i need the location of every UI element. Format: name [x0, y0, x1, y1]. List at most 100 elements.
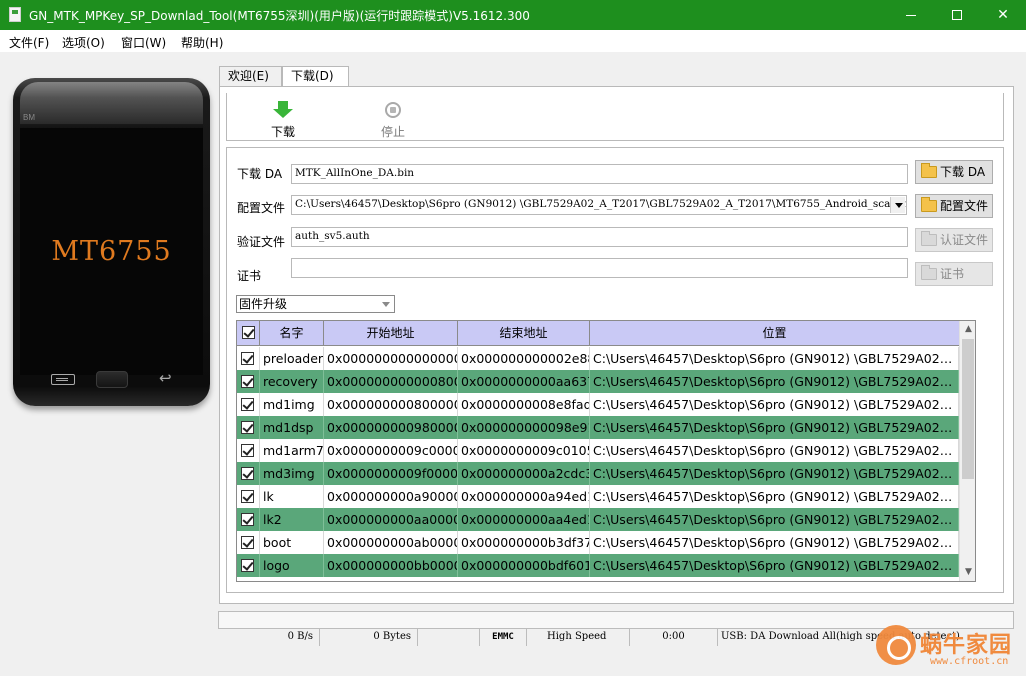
da-file-field[interactable]: MTK_AllInOne_DA.bin	[291, 164, 908, 184]
menu-file[interactable]: 文件(F)	[9, 34, 49, 51]
partition-name: recovery	[260, 370, 324, 393]
table-row[interactable]: boot 0x000000000ab00000 0x000000000b3df37f…	[237, 531, 959, 554]
end-address: 0x0000000008e8fadf	[458, 393, 590, 416]
select-all-checkbox[interactable]	[237, 321, 260, 345]
auth-file-field[interactable]: auth_sv5.auth	[291, 227, 908, 247]
row-checkbox[interactable]	[237, 439, 260, 462]
stop-icon	[383, 101, 403, 121]
table-row[interactable]: logo 0x000000000bb00000 0x000000000bdf601f…	[237, 554, 959, 577]
partition-name: md1arm7	[260, 439, 324, 462]
scatter-file-value: C:\Users\46457\Desktop\S6pro (GN9012) \G…	[295, 198, 907, 210]
auth-label: 验证文件	[237, 235, 286, 249]
menu-options[interactable]: 选项(O)	[62, 34, 105, 51]
row-checkbox[interactable]	[237, 393, 260, 416]
tab-download[interactable]: 下载(D)	[282, 66, 349, 87]
close-icon: ✕	[997, 7, 1009, 23]
end-address: 0x000000000002e883	[458, 347, 590, 370]
start-address: 0x0000000000008000	[324, 370, 458, 393]
file-location: C:\Users\46457\Desktop\S6pro (GN9012) \G…	[590, 393, 959, 416]
menu-help[interactable]: 帮助(H)	[181, 34, 223, 51]
row-checkbox[interactable]	[237, 462, 260, 485]
file-location: C:\Users\46457\Desktop\S6pro (GN9012) \G…	[590, 462, 959, 485]
partition-name: md1dsp	[260, 416, 324, 439]
partition-name: logo	[260, 554, 324, 577]
status-storage-type: EMMC	[480, 629, 527, 646]
chevron-down-icon[interactable]	[890, 197, 905, 213]
auth-browse-button[interactable]: 认证文件	[915, 228, 993, 252]
chevron-down-icon	[378, 296, 393, 312]
status-usb-speed: High Speed	[527, 629, 630, 646]
stop-button[interactable]: 停止	[363, 101, 423, 140]
row-checkbox[interactable]	[237, 347, 260, 370]
scrollbar-thumb[interactable]	[962, 339, 974, 479]
checkbox-checked-icon	[241, 467, 254, 480]
table-row[interactable]: md1img 0x0000000008000000 0x0000000008e8fa…	[237, 393, 959, 416]
table-row[interactable]: md1dsp 0x0000000009800000 0x000000000098e9…	[237, 416, 959, 439]
status-bytes: 0 Bytes	[320, 629, 418, 646]
download-mode-select[interactable]: 固件升级	[236, 295, 395, 313]
download-arrow-icon	[273, 101, 293, 121]
window-title: GN_MTK_MPKey_SP_Downlad_Tool(MT6755深圳)(用…	[29, 9, 530, 23]
end-address: 0x000000000b3df37f	[458, 531, 590, 554]
file-location: C:\Users\46457\Desktop\S6pro (GN9012) \G…	[590, 416, 959, 439]
cert-browse-label: 证书	[940, 267, 965, 281]
row-checkbox[interactable]	[237, 370, 260, 393]
file-location: C:\Users\46457\Desktop\S6pro (GN9012) \G…	[590, 370, 959, 393]
partition-name: lk	[260, 485, 324, 508]
row-checkbox[interactable]	[237, 531, 260, 554]
phone-glare	[20, 82, 203, 128]
status-time: 0:00	[630, 629, 718, 646]
partition-name: preloader	[260, 347, 324, 370]
file-location: C:\Users\46457\Desktop\S6pro (GN9012) \G…	[590, 347, 959, 370]
end-address: 0x000000000098e911f	[458, 416, 590, 439]
partition-name: md3img	[260, 462, 324, 485]
row-checkbox[interactable]	[237, 416, 260, 439]
end-address: 0x000000000a94ed1f	[458, 485, 590, 508]
checkbox-checked-icon	[241, 513, 254, 526]
scroll-down-icon[interactable]: ▼	[960, 564, 975, 581]
start-address: 0x000000000bb00000	[324, 554, 458, 577]
table-vertical-scrollbar[interactable]: ▲ ▼	[959, 321, 975, 581]
cert-file-field[interactable]	[291, 258, 908, 278]
folder-icon	[921, 265, 937, 280]
cert-browse-button[interactable]: 证书	[915, 262, 993, 286]
table-row[interactable]: lk 0x000000000a900000 0x000000000a94ed1f C:…	[237, 485, 959, 508]
row-checkbox[interactable]	[237, 485, 260, 508]
checkbox-checked-icon	[241, 536, 254, 549]
table-row[interactable]: md1arm7 0x0000000009c00000 0x0000000009c01…	[237, 439, 959, 462]
scatter-file-combo[interactable]: C:\Users\46457\Desktop\S6pro (GN9012) \G…	[291, 195, 907, 215]
header-end-address[interactable]: 结束地址	[458, 321, 590, 345]
watermark: 蜗牛家园 www.cfroot.cn	[876, 623, 1026, 673]
checkbox-checked-icon	[241, 490, 254, 503]
download-button[interactable]: 下载	[253, 101, 313, 140]
table-row[interactable]: preloader 0x0000000000000000 0x00000000000…	[237, 347, 959, 370]
header-start-address[interactable]: 开始地址	[324, 321, 458, 345]
file-location: C:\Users\46457\Desktop\S6pro (GN9012) \G…	[590, 554, 959, 577]
phone-home-key-icon	[96, 371, 128, 388]
file-location: C:\Users\46457\Desktop\S6pro (GN9012) \G…	[590, 485, 959, 508]
tab-welcome[interactable]: 欢迎(E)	[219, 66, 282, 86]
close-button[interactable]: ✕	[980, 0, 1026, 30]
file-location: C:\Users\46457\Desktop\S6pro (GN9012) \G…	[590, 439, 959, 462]
scroll-up-icon[interactable]: ▲	[960, 321, 975, 338]
row-checkbox[interactable]	[237, 554, 260, 577]
folder-icon	[921, 197, 937, 212]
app-icon	[9, 7, 21, 22]
watermark-text: 蜗牛家园	[920, 633, 1013, 658]
table-row[interactable]: recovery 0x0000000000008000 0x0000000000aa…	[237, 370, 959, 393]
scatter-browse-button[interactable]: 配置文件	[915, 194, 993, 218]
row-checkbox[interactable]	[237, 508, 260, 531]
maximize-button[interactable]	[934, 0, 980, 30]
watermark-url: www.cfroot.cn	[930, 656, 1009, 667]
menu-window[interactable]: 窗口(W)	[121, 34, 166, 51]
start-address: 0x0000000009f00000	[324, 462, 458, 485]
header-location[interactable]: 位置	[590, 321, 959, 345]
minimize-button[interactable]	[888, 0, 934, 30]
minimize-icon	[906, 15, 916, 16]
checkbox-checked-icon	[241, 559, 254, 572]
table-row[interactable]: lk2 0x000000000aa00000 0x000000000aa4ed1f C…	[237, 508, 959, 531]
download-button-label: 下载	[270, 125, 295, 139]
table-row[interactable]: md3img 0x0000000009f00000 0x000000000a2cdc…	[237, 462, 959, 485]
da-browse-button[interactable]: 下载 DA	[915, 160, 993, 184]
header-name[interactable]: 名字	[260, 321, 324, 345]
